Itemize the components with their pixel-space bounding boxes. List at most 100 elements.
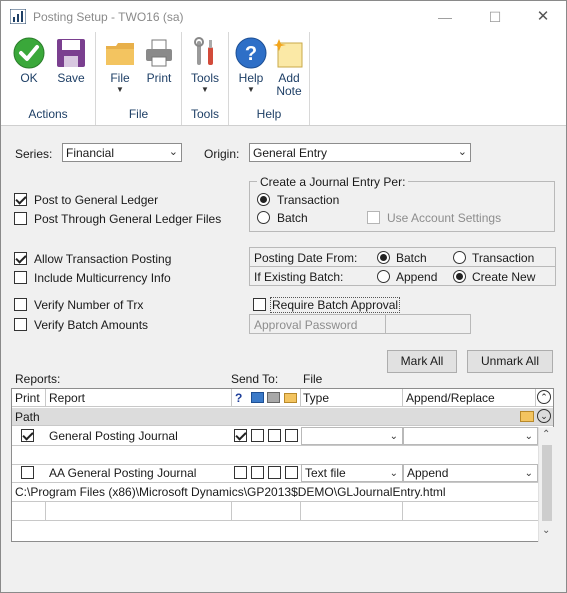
- row1-type-select[interactable]: ⌄: [301, 427, 403, 445]
- reports-label: Reports:: [15, 372, 61, 386]
- row1-append-replace-select[interactable]: ⌄: [403, 427, 538, 445]
- journal-transaction-radio[interactable]: [257, 193, 270, 206]
- maximize-icon[interactable]: ☐: [483, 7, 507, 27]
- posting-date-from-label: Posting Date From:: [254, 251, 358, 265]
- row1-send-printer-checkbox[interactable]: [268, 429, 281, 442]
- col-report-header: Report: [49, 391, 86, 405]
- send-printer-icon: [267, 392, 280, 403]
- tools-menu-button[interactable]: Tools ▼: [187, 37, 223, 94]
- existing-create-new-label: Create New: [472, 270, 536, 284]
- scroll-up-icon[interactable]: ⌃: [542, 429, 550, 440]
- row2-append-replace-select[interactable]: Append ⌄: [403, 464, 538, 482]
- row2-send-help-checkbox[interactable]: [234, 466, 247, 479]
- file-label: File: [110, 71, 130, 85]
- ok-label: OK: [20, 71, 38, 85]
- posting-date-batch-label: Batch: [396, 251, 427, 265]
- row2-append-replace-value: Append: [407, 466, 449, 480]
- close-icon[interactable]: ✕: [531, 7, 555, 27]
- approval-password-input[interactable]: [385, 314, 471, 334]
- require-batch-approval-label: Require Batch Approval: [270, 297, 401, 313]
- row2-type-select[interactable]: Text file ⌄: [301, 464, 403, 482]
- tools-icon: [194, 37, 213, 65]
- existing-create-new-radio[interactable]: [453, 270, 466, 283]
- ribbon: OK Save Actions File ▼ Print File Tools …: [1, 32, 566, 126]
- posting-date-batch-radio[interactable]: [377, 251, 390, 264]
- row2-print-checkbox[interactable]: [21, 466, 34, 479]
- ribbon-group-file: File ▼ Print File: [96, 32, 182, 125]
- collapse-rows-icon[interactable]: ⌃: [537, 390, 551, 404]
- post-through-gl-label: Post Through General Ledger Files: [34, 212, 222, 226]
- if-existing-batch-label: If Existing Batch:: [254, 270, 344, 284]
- mark-all-button[interactable]: Mark All: [387, 350, 457, 373]
- path-folder-icon[interactable]: [520, 411, 534, 422]
- row1-send-file-checkbox[interactable]: [285, 429, 298, 442]
- title-bar: Posting Setup - TWO16 (sa) — ☐ ✕: [1, 1, 566, 32]
- add-note-button[interactable]: Add Note: [271, 37, 307, 98]
- use-account-settings-label: Use Account Settings: [387, 211, 502, 225]
- row2-send-screen-checkbox[interactable]: [251, 466, 264, 479]
- chevron-down-icon: ⌄: [524, 468, 533, 479]
- minimize-icon[interactable]: —: [433, 7, 457, 27]
- row2-send-printer-checkbox[interactable]: [268, 466, 281, 479]
- row1-print-checkbox[interactable]: [21, 429, 34, 442]
- post-through-gl-checkbox[interactable]: [14, 212, 27, 225]
- row2-report-name: AA General Posting Journal: [49, 466, 197, 480]
- col-help-header: ?: [235, 391, 243, 405]
- ok-check-icon: [13, 37, 45, 69]
- row2-type-value: Text file: [305, 466, 346, 480]
- print-button[interactable]: Print: [140, 37, 178, 85]
- add-note-icon: [273, 39, 303, 68]
- col-append-replace-header: Append/Replace: [406, 391, 495, 405]
- help-icon: ?: [235, 37, 267, 69]
- verify-batch-amounts-checkbox[interactable]: [14, 318, 27, 331]
- existing-append-radio[interactable]: [377, 270, 390, 283]
- ribbon-group-label: File: [128, 107, 149, 121]
- allow-transaction-posting-checkbox[interactable]: [14, 252, 27, 265]
- scroll-down-icon[interactable]: ⌄: [542, 525, 550, 536]
- file-menu-button[interactable]: File ▼: [102, 37, 138, 94]
- save-label: Save: [57, 71, 85, 85]
- chevron-down-icon: ▼: [201, 85, 209, 94]
- file-column-group-label: File: [303, 372, 323, 386]
- origin-select[interactable]: General Entry ⌄: [249, 143, 471, 162]
- posting-setup-window: Posting Setup - TWO16 (sa) — ☐ ✕ OK Save…: [0, 0, 567, 593]
- send-screen-icon: [251, 392, 264, 403]
- row2-path[interactable]: C:\Program Files (x86)\Microsoft Dynamic…: [15, 483, 535, 501]
- chevron-down-icon: ▼: [116, 85, 124, 94]
- expand-rows-icon[interactable]: ⌄: [537, 409, 551, 423]
- scroll-thumb[interactable]: [542, 445, 552, 521]
- row2-send-file-checkbox[interactable]: [285, 466, 298, 479]
- origin-value: General Entry: [253, 146, 328, 160]
- chevron-down-icon: ⌄: [457, 146, 467, 158]
- save-button[interactable]: Save: [51, 37, 91, 85]
- posting-date-transaction-radio[interactable]: [453, 251, 466, 264]
- series-value: Financial: [66, 146, 115, 160]
- ribbon-group-label: Actions: [28, 107, 68, 121]
- approval-password-label-box: Approval Password: [249, 314, 386, 334]
- help-menu-button[interactable]: ? Help ▼: [233, 37, 269, 94]
- row1-send-screen-checkbox[interactable]: [251, 429, 264, 442]
- print-label: Print: [146, 71, 172, 85]
- svg-text:?: ?: [245, 43, 257, 65]
- chevron-down-icon: ▼: [247, 85, 255, 94]
- printer-icon: [146, 39, 172, 67]
- series-select[interactable]: Financial ⌄: [62, 143, 182, 162]
- journal-batch-label: Batch: [277, 211, 308, 225]
- row1-send-help-checkbox[interactable]: [234, 429, 247, 442]
- verify-number-of-trx-checkbox[interactable]: [14, 298, 27, 311]
- post-to-gl-checkbox[interactable]: [14, 193, 27, 206]
- save-disk-icon: [57, 39, 85, 67]
- unmark-all-button[interactable]: Unmark All: [467, 350, 553, 373]
- origin-label: Origin:: [204, 147, 240, 161]
- send-file-folder-icon: [284, 393, 297, 403]
- require-batch-approval-checkbox[interactable]: [253, 298, 266, 311]
- include-multicurrency-checkbox[interactable]: [14, 271, 27, 284]
- post-to-gl-label: Post to General Ledger: [34, 193, 159, 207]
- row1-path[interactable]: [15, 446, 535, 464]
- reports-grid: Print Report ? Type Append/Replace ⌃ Pat…: [11, 388, 554, 542]
- use-account-settings-checkbox[interactable]: [367, 211, 380, 224]
- ok-button[interactable]: OK: [9, 37, 49, 85]
- send-to-label: Send To:: [231, 372, 279, 386]
- grid-scrollbar[interactable]: ⌃ ⌄: [538, 427, 554, 542]
- journal-batch-radio[interactable]: [257, 211, 270, 224]
